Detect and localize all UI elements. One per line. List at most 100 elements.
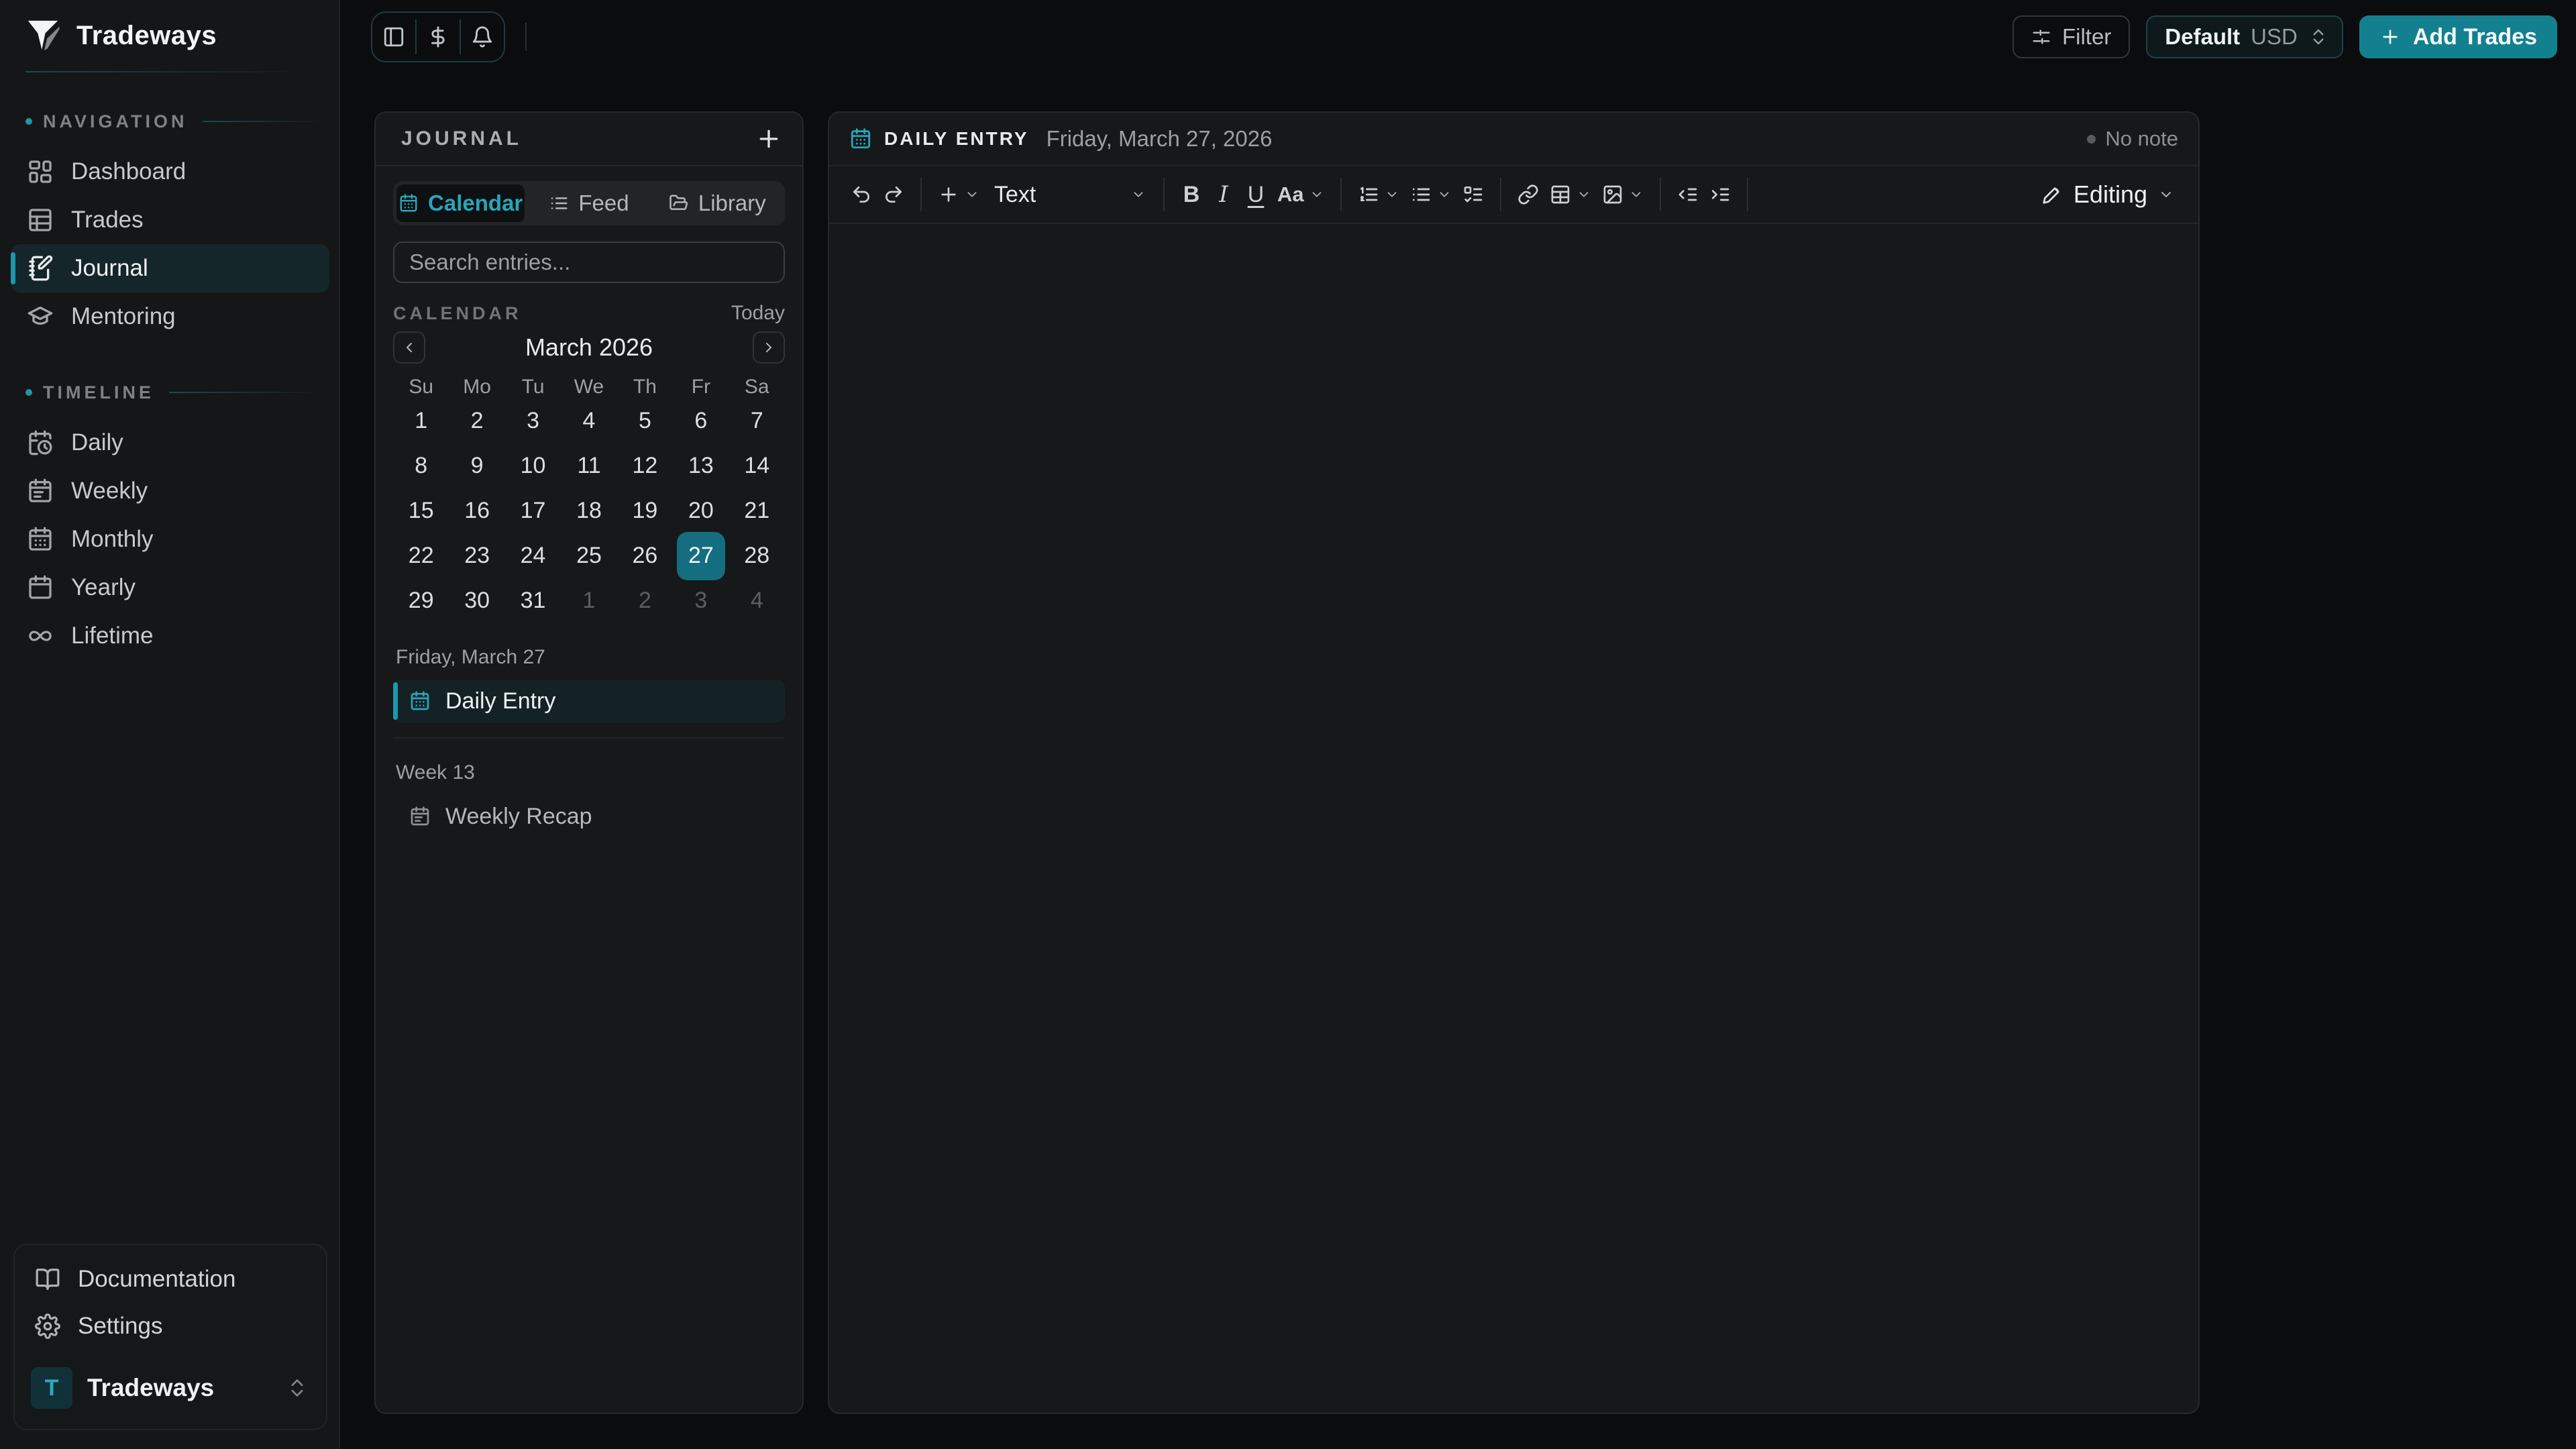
calendar-day[interactable]: 4 [729,578,785,623]
link-button[interactable] [1512,176,1544,213]
checklist-icon [1462,184,1484,205]
calendar-day[interactable]: 30 [449,578,504,623]
ordered-list-button[interactable] [1352,176,1405,213]
editor-mode-select[interactable]: Editing [2033,176,2182,213]
workspace-avatar: T [31,1367,72,1409]
calendar-day[interactable]: 8 [393,443,449,488]
insert-block-button[interactable] [932,176,985,213]
calendar-day[interactable]: 26 [617,533,673,578]
bold-button[interactable]: B [1175,176,1208,213]
calendar-day[interactable]: 3 [505,398,561,443]
calendar-day[interactable]: 11 [561,443,616,488]
calendar-day[interactable]: 10 [505,443,561,488]
entry-daily-entry[interactable]: Daily Entry [393,680,785,722]
calendar-day[interactable]: 9 [449,443,504,488]
search-box [393,241,785,283]
section-label: TIMELINE [43,382,154,403]
calendar-day[interactable]: 12 [617,443,673,488]
calendar-day[interactable]: 31 [505,578,561,623]
sidebar-item-dashboard[interactable]: Dashboard [11,148,329,196]
calendar-day-header: Tu [505,376,561,398]
calendar-day[interactable]: 16 [449,488,504,533]
calendar-day[interactable]: 2 [617,578,673,623]
calendar-day[interactable]: 3 [673,578,729,623]
calendar-day[interactable]: 2 [449,398,504,443]
add-trades-label: Add Trades [2413,24,2537,50]
next-month-button[interactable] [753,331,785,364]
sidebar: Tradeways NAVIGATION Dashboard Trades Jo… [0,0,340,1449]
undo-button[interactable] [845,176,877,213]
tab-feed[interactable]: Feed [525,184,653,222]
calendar-day[interactable]: 20 [673,488,729,533]
format-label: Aa [1277,182,1304,207]
sidebar-item-daily[interactable]: Daily [11,419,329,467]
calendar-day[interactable]: 27 [673,533,729,578]
workspace-switcher[interactable]: T Tradeways [23,1359,318,1417]
status-text: No note [2105,127,2178,151]
underline-button[interactable]: U [1240,176,1272,213]
table-button[interactable] [1544,176,1597,213]
calendar-day[interactable]: 23 [449,533,504,578]
sidebar-item-weekly[interactable]: Weekly [11,467,329,515]
text-format-menu[interactable]: Aa [1272,176,1330,213]
calendar-day[interactable]: 1 [561,578,616,623]
outdent-button[interactable] [1672,176,1704,213]
prev-month-button[interactable] [393,331,425,364]
notifications-button[interactable] [461,13,504,61]
calendar-day[interactable]: 24 [505,533,561,578]
new-entry-plus-button[interactable] [755,125,782,152]
calendar-day-header: Mo [449,376,504,398]
today-button[interactable]: Today [731,302,785,325]
calendar-day[interactable]: 29 [393,578,449,623]
sidebar-item-settings[interactable]: Settings [23,1303,318,1350]
bullet-list-button[interactable] [1405,176,1457,213]
sidebar-item-monthly[interactable]: Monthly [11,515,329,564]
calendar-day[interactable]: 15 [393,488,449,533]
account-selector[interactable]: Default USD [2146,15,2343,58]
calendar-day[interactable]: 18 [561,488,616,533]
tab-library[interactable]: Library [653,184,782,222]
sidebar-item-yearly[interactable]: Yearly [11,564,329,612]
calendar-day[interactable]: 25 [561,533,616,578]
block-type-select[interactable]: Text [985,176,1152,213]
sidebar-item-documentation[interactable]: Documentation [23,1256,318,1303]
filter-button[interactable]: Filter [2012,15,2130,58]
tab-calendar[interactable]: Calendar [396,184,525,222]
indent-button[interactable] [1704,176,1736,213]
calendar-day[interactable]: 22 [393,533,449,578]
sidebar-item-mentoring[interactable]: Mentoring [11,292,329,341]
calendar-day[interactable]: 19 [617,488,673,533]
sidebar-item-journal[interactable]: Journal [11,244,329,292]
calendar-day[interactable]: 13 [673,443,729,488]
currency-button[interactable] [417,13,460,61]
section-line [203,121,339,122]
redo-button[interactable] [877,176,910,213]
tab-label: Calendar [428,191,523,216]
section-dot [25,118,32,125]
calendar-day[interactable]: 4 [561,398,616,443]
italic-button[interactable]: I [1208,176,1240,213]
calendar-day[interactable]: 7 [729,398,785,443]
sidebar-item-lifetime[interactable]: Lifetime [11,612,329,660]
calendar-day[interactable]: 5 [617,398,673,443]
calendar-day[interactable]: 1 [393,398,449,443]
checklist-button[interactable] [1457,176,1489,213]
brand-name: Tradeways [76,21,217,51]
section-timeline: TIMELINE [0,382,339,402]
calendar-day[interactable]: 14 [729,443,785,488]
panel-toggle-button[interactable] [372,13,415,61]
sidebar-item-label: Lifetime [71,623,154,649]
section-navigation: NAVIGATION [0,111,339,131]
sidebar-item-trades[interactable]: Trades [11,196,329,244]
entry-weekly-recap[interactable]: Weekly Recap [393,795,785,838]
undo-icon [851,184,872,205]
search-input[interactable] [409,250,769,275]
editor-content[interactable] [829,224,2198,1413]
account-name: Default [2165,24,2240,50]
calendar-day[interactable]: 17 [505,488,561,533]
calendar-day[interactable]: 28 [729,533,785,578]
add-trades-button[interactable]: Add Trades [2359,15,2557,58]
image-button[interactable] [1597,176,1649,213]
calendar-day[interactable]: 6 [673,398,729,443]
calendar-day[interactable]: 21 [729,488,785,533]
